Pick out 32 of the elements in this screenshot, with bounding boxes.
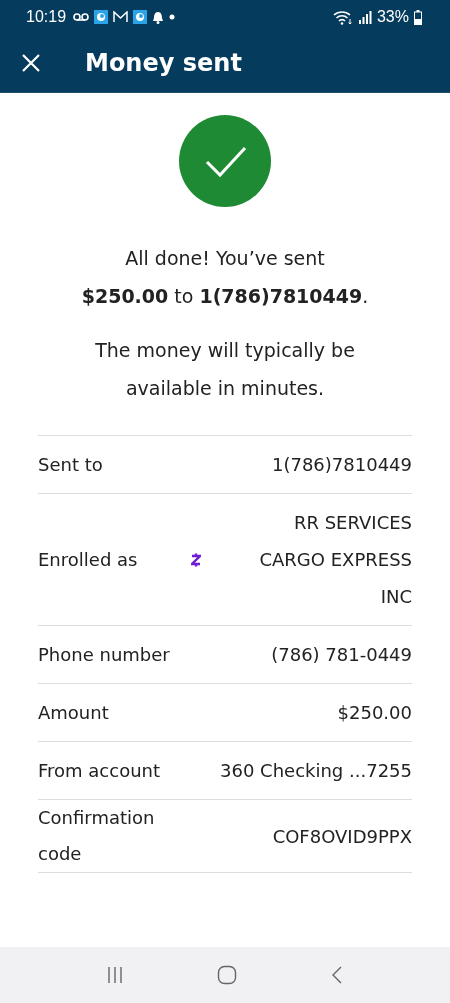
detail-label: Sent to [38,452,104,477]
clock-time: 10:19 [26,8,67,26]
app-notification-icon [94,10,109,24]
mail-icon [113,11,129,23]
detail-label: Enrolled as [38,547,139,572]
detail-label: Amount [38,700,110,725]
recent-apps-button[interactable] [107,966,123,984]
detail-label: Confirmation code [38,806,156,866]
page-title: Money sent [85,49,242,77]
dot-icon [169,14,176,20]
app-notification-icon [133,10,148,24]
detail-label: From account [38,758,162,783]
battery-percent: 33% [376,8,409,26]
bell-icon [152,10,165,24]
success-check-icon [179,115,271,207]
detail-label: Phone number [38,642,171,667]
signal-icon [357,10,372,24]
back-button[interactable] [331,965,343,985]
confirmation-message: All done! You’ve sent $250.00 to 1(786)7810449. [80,246,370,309]
home-button[interactable] [217,965,237,985]
detail-value: 360 Checking ...7255 [219,759,412,783]
confirmation-message: The money will typically be available in minutes. [94,338,356,401]
detail-value: (786) 781-0449 [270,643,412,667]
battery-icon [414,9,422,25]
close-button[interactable] [20,52,42,74]
voicemail-icon [73,12,90,22]
detail-value: $250.00 [336,701,412,725]
detail-value: COF8OVID9PPX [271,824,412,849]
zelle-icon [191,551,201,568]
wifi-icon [332,9,353,25]
detail-value: RR SERVICES CARGO EXPRESS INC [258,511,412,609]
detail-value: 1(786)7810449 [270,453,412,477]
